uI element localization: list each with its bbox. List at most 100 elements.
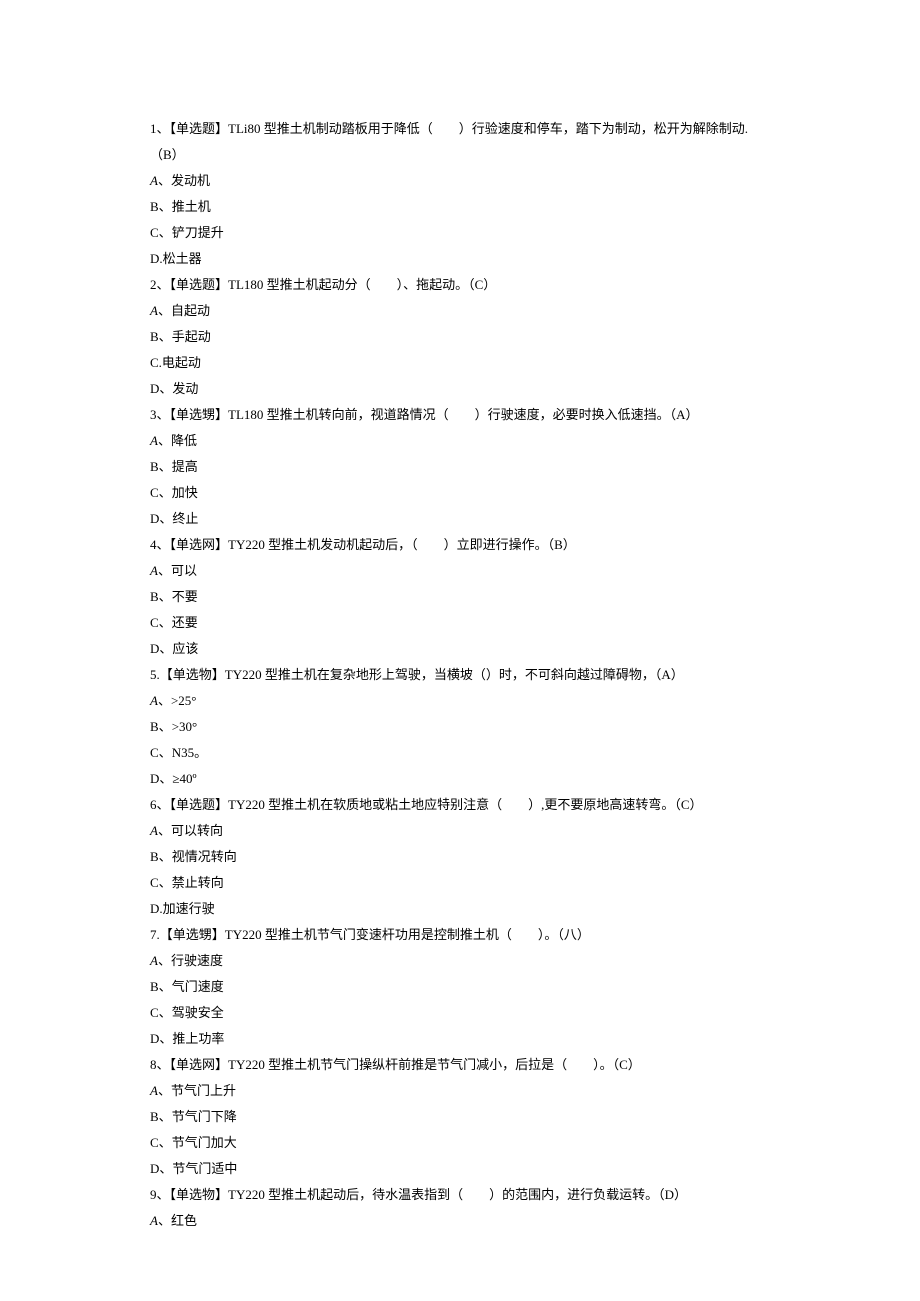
option-separator: 、 [159, 1135, 172, 1150]
option-line: A、可以转向 [150, 818, 770, 844]
option-separator: 、 [158, 1213, 171, 1228]
option-label: D [150, 1161, 159, 1176]
option-separator: 、 [159, 589, 172, 604]
option-separator: 、 [158, 953, 171, 968]
question-stem: 8、【单选网】TY220 型推土机节气门操纵杆前推是节气门减小，后拉是（ ）。（… [150, 1052, 770, 1078]
option-line: C、还要 [150, 610, 770, 636]
option-line: A、自起动 [150, 298, 770, 324]
option-label: A [150, 173, 158, 188]
option-label: B [150, 589, 159, 604]
option-label: D [150, 641, 159, 656]
option-separator: 、 [159, 979, 172, 994]
option-label: B [150, 199, 159, 214]
option-line: D、推上功率 [150, 1026, 770, 1052]
option-text: 应该 [172, 641, 198, 656]
option-text: 推土机 [172, 199, 211, 214]
option-line: A、发动机 [150, 168, 770, 194]
option-separator: 、 [159, 1109, 172, 1124]
stem-prefix: 7.【单选甥】TY220 型推土机节气门变速杆功用是控制推土机（ [150, 927, 512, 942]
option-label: B [150, 329, 159, 344]
option-line: D、应该 [150, 636, 770, 662]
blank-space [433, 121, 459, 136]
option-label: D [150, 1031, 159, 1046]
option-text: 手起动 [172, 329, 211, 344]
option-line: C、节气门加大 [150, 1130, 770, 1156]
option-label: A [150, 1213, 158, 1228]
option-line: D.加速行驶 [150, 896, 770, 922]
option-text: 加快 [172, 485, 198, 500]
option-line: D、≥40º [150, 766, 770, 792]
option-separator: 、 [159, 1031, 172, 1046]
option-line: B、视情况转向 [150, 844, 770, 870]
option-label: A [150, 823, 158, 838]
question-stem: 1、【单选题】TLi80 型推土机制动踏板用于降低（ ）行验速度和停车，踏下为制… [150, 116, 770, 168]
blank-space [512, 927, 538, 942]
option-line: A、行驶速度 [150, 948, 770, 974]
stem-suffix: ）,更不要原地高速转弯。（C） [528, 797, 702, 812]
option-separator: 、 [159, 771, 172, 786]
question-stem: 4、【单选网】TY220 型推土机发动机起动后，（ ）立即进行操作。（B） [150, 532, 770, 558]
option-label: A [150, 563, 158, 578]
question-stem: 6、【单选题】TY220 型推土机在软质地或粘土地应特别注意（ ）,更不要原地高… [150, 792, 770, 818]
stem-prefix: 3、【单选甥】TL180 型推土机转向前，视道路情况（ [150, 407, 449, 422]
option-separator: 、 [159, 1005, 172, 1020]
option-separator: 、 [159, 1161, 172, 1176]
question-stem: 3、【单选甥】TL180 型推土机转向前，视道路情况（ ）行驶速度，必要时换入低… [150, 402, 770, 428]
option-label: B [150, 849, 159, 864]
option-label: B [150, 459, 159, 474]
option-separator: 、 [158, 173, 171, 188]
option-label: D [150, 901, 159, 916]
option-label: D [150, 381, 159, 396]
option-text: 还要 [172, 615, 198, 630]
option-text: 视情况转向 [172, 849, 237, 864]
option-text: >25° [171, 693, 197, 708]
option-text: N35。 [172, 745, 207, 760]
blank-space [567, 1057, 593, 1072]
option-label: C [150, 485, 159, 500]
option-line: D、发动 [150, 376, 770, 402]
option-label: B [150, 1109, 159, 1124]
option-text: >30° [172, 719, 198, 734]
option-label: C [150, 355, 159, 370]
option-line: B、>30° [150, 714, 770, 740]
stem-prefix: 8、【单选网】TY220 型推土机节气门操纵杆前推是节气门减小，后拉是（ [150, 1057, 567, 1072]
stem-suffix: ）的范围内，进行负载运转。（D） [489, 1187, 687, 1202]
option-line: A、红色 [150, 1208, 770, 1234]
option-separator: 、 [159, 329, 172, 344]
option-separator: 、 [158, 563, 171, 578]
option-line: B、推土机 [150, 194, 770, 220]
option-separator: 、 [158, 1083, 171, 1098]
option-separator: 、 [159, 875, 172, 890]
option-label: A [150, 693, 158, 708]
option-line: A、可以 [150, 558, 770, 584]
option-label: C [150, 745, 159, 760]
option-text: 降低 [171, 433, 197, 448]
question-stem: 7.【单选甥】TY220 型推土机节气门变速杆功用是控制推土机（ ）。（八） [150, 922, 770, 948]
option-text: 松土器 [163, 251, 202, 266]
option-text: 发动机 [171, 173, 210, 188]
option-label: D [150, 511, 159, 526]
option-line: C.电起动 [150, 350, 770, 376]
option-text: 发动 [172, 381, 198, 396]
option-text: 铲刀提升 [172, 225, 224, 240]
option-separator: 、 [159, 199, 172, 214]
option-line: D.松土器 [150, 246, 770, 272]
stem-prefix: 9、【单选物】TY220 型推土机起动后，待水温表指到（ [150, 1187, 463, 1202]
option-text: 提高 [172, 459, 198, 474]
stem-prefix: 5.【单选物】TY220 型推土机在复杂地形上驾驶，当横坡（）时，不可斜向越过障… [150, 667, 684, 682]
option-line: C、禁止转向 [150, 870, 770, 896]
option-line: B、不要 [150, 584, 770, 610]
option-separator: 、 [159, 615, 172, 630]
option-line: B、手起动 [150, 324, 770, 350]
option-separator: 、 [159, 225, 172, 240]
blank-space [449, 407, 475, 422]
stem-prefix: 4、【单选网】TY220 型推土机发动机起动后，（ [150, 537, 418, 552]
option-label: D [150, 771, 159, 786]
question-stem: 2、【单选题】TL180 型推土机起动分（ ）、拖起动。（C） [150, 272, 770, 298]
option-text: 驾驶安全 [172, 1005, 224, 1020]
option-separator: 、 [158, 823, 171, 838]
stem-suffix: ）、拖起动。（C） [397, 277, 497, 292]
option-label: D [150, 251, 159, 266]
option-label: C [150, 1135, 159, 1150]
option-line: C、铲刀提升 [150, 220, 770, 246]
